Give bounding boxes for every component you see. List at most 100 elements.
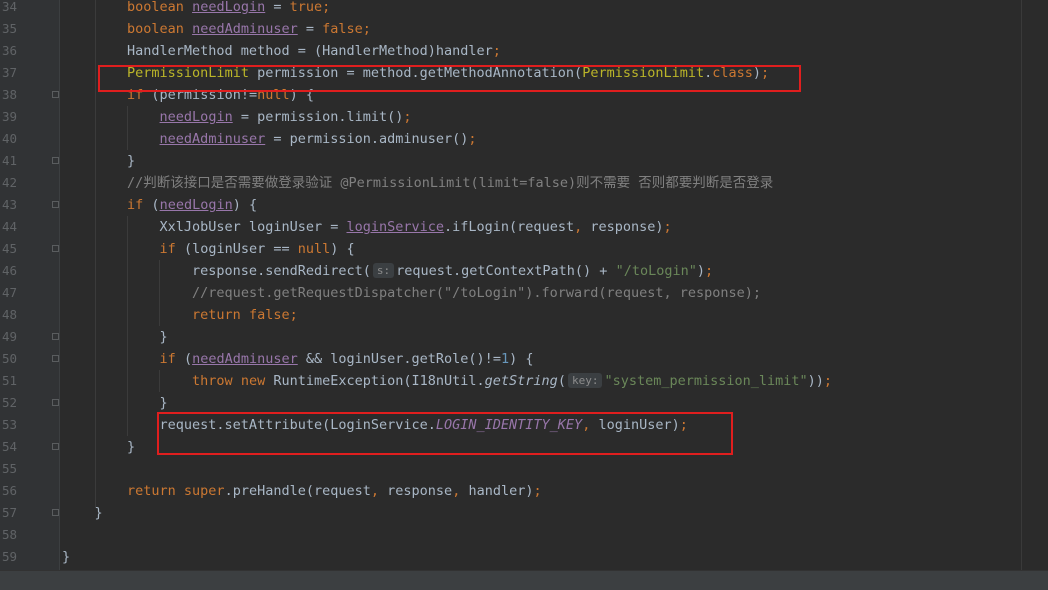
fold-marker-icon[interactable] xyxy=(52,355,59,362)
fold-marker-icon[interactable] xyxy=(52,91,59,98)
code-line-55[interactable]: 55 xyxy=(0,458,1048,480)
code-text: } xyxy=(62,546,70,568)
line-number: 40 xyxy=(1,131,17,146)
code-text: if (needAdminuser && loginUser.getRole()… xyxy=(62,348,534,370)
code-token: ) xyxy=(696,263,705,279)
code-line-52[interactable]: 52 } xyxy=(0,392,1048,414)
fold-marker-icon[interactable] xyxy=(52,509,59,516)
code-text: needLogin = permission.limit(); xyxy=(62,106,412,128)
code-token: ; xyxy=(403,109,412,125)
line-number: 43 xyxy=(1,197,17,212)
code-text: } xyxy=(62,436,135,458)
fold-marker-icon[interactable] xyxy=(52,333,59,340)
code-token: .ifLogin(request xyxy=(444,219,575,235)
line-number: 56 xyxy=(1,483,17,498)
code-line-43[interactable]: 43 if (needLogin) { xyxy=(0,194,1048,216)
code-token: ; xyxy=(823,373,833,389)
code-token: "/toLogin" xyxy=(615,263,697,279)
code-line-57[interactable]: 57 } xyxy=(0,502,1048,524)
line-number: 46 xyxy=(1,263,17,278)
code-token: , xyxy=(452,483,469,499)
code-token: = xyxy=(297,21,323,37)
code-line-36[interactable]: 36 HandlerMethod method = (HandlerMethod… xyxy=(0,40,1048,62)
code-line-47[interactable]: 47 //request.getRequestDispatcher("/toLo… xyxy=(0,282,1048,304)
code-token: if xyxy=(127,197,152,213)
code-line-41[interactable]: 41 } xyxy=(0,150,1048,172)
code-token: HandlerMethod method = (HandlerMethod)ha… xyxy=(62,43,493,59)
line-number: 59 xyxy=(1,549,17,564)
code-token: , xyxy=(574,219,591,235)
fold-marker-icon[interactable] xyxy=(52,399,59,406)
line-number: 55 xyxy=(1,461,17,476)
code-text: } xyxy=(62,392,168,414)
code-line-39[interactable]: 39 needLogin = permission.limit(); xyxy=(0,106,1048,128)
code-line-56[interactable]: 56 return super.preHandle(request, respo… xyxy=(0,480,1048,502)
code-line-51[interactable]: 51 throw new RuntimeException(I18nUtil.g… xyxy=(0,370,1048,392)
line-number: 58 xyxy=(1,527,17,542)
code-token: } xyxy=(62,153,136,169)
code-token: XxlJobUser loginUser = xyxy=(62,219,347,235)
code-token: = permission.adminuser() xyxy=(265,131,469,147)
parameter-hint: key: xyxy=(567,373,603,388)
code-line-34[interactable]: 34 boolean needLogin = true; xyxy=(0,0,1048,18)
line-number: 57 xyxy=(1,505,17,520)
code-token: ; xyxy=(663,219,672,235)
code-line-44[interactable]: 44 XxlJobUser loginUser = loginService.i… xyxy=(0,216,1048,238)
code-line-49[interactable]: 49 } xyxy=(0,326,1048,348)
code-line-48[interactable]: 48 return false; xyxy=(0,304,1048,326)
code-token: ; xyxy=(322,0,331,15)
code-editor[interactable]: 34 boolean needLogin = true; 35 boolean n… xyxy=(0,0,1048,570)
code-line-46[interactable]: 46 response.sendRedirect(s: request.getCo… xyxy=(0,260,1048,282)
code-token: "system_permission_limit" xyxy=(604,373,808,389)
code-token: response xyxy=(387,483,453,499)
code-text: boolean needAdminuser = false; xyxy=(62,18,371,40)
fold-marker-icon[interactable] xyxy=(52,443,59,450)
code-token: boolean xyxy=(127,21,193,37)
code-token: = permission.limit() xyxy=(232,109,404,125)
code-token: .preHandle(request xyxy=(224,483,371,499)
line-number: 51 xyxy=(1,373,17,388)
code-token: boolean xyxy=(127,0,193,15)
fold-marker-icon[interactable] xyxy=(52,201,59,208)
line-number: 50 xyxy=(1,351,17,366)
code-line-50[interactable]: 50 if (needAdminuser && loginUser.getRol… xyxy=(0,348,1048,370)
code-token: handler) xyxy=(468,483,534,499)
fold-marker-icon[interactable] xyxy=(52,157,59,164)
code-line-59[interactable]: 59} xyxy=(0,546,1048,568)
code-line-42[interactable]: 42 //判断该接口是否需要做登录验证 @PermissionLimit(lim… xyxy=(0,172,1048,194)
code-line-45[interactable]: 45 if (loginUser == null) { xyxy=(0,238,1048,260)
line-number: 41 xyxy=(1,153,17,168)
horizontal-scrollbar[interactable] xyxy=(0,570,1048,590)
code-token: && loginUser.getRole()!= xyxy=(297,351,501,367)
code-line-40[interactable]: 40 needAdminuser = permission.adminuser(… xyxy=(0,128,1048,150)
code-token: ( xyxy=(557,373,566,389)
line-number: 36 xyxy=(1,43,17,58)
line-number: 34 xyxy=(1,0,17,14)
line-number: 53 xyxy=(1,417,17,432)
line-number: 37 xyxy=(1,65,17,80)
line-number: 45 xyxy=(1,241,17,256)
code-token: null xyxy=(297,241,331,257)
code-line-58[interactable]: 58 xyxy=(0,524,1048,546)
code-line-35[interactable]: 35 boolean needAdminuser = false; xyxy=(0,18,1048,40)
line-number: 39 xyxy=(1,109,17,124)
highlight-box-line-53 xyxy=(157,412,733,455)
code-token: } xyxy=(62,505,103,521)
code-token: RuntimeException(I18nUtil. xyxy=(273,373,485,389)
code-token: return false; xyxy=(192,307,298,323)
code-token: if xyxy=(159,241,184,257)
code-token: 1 xyxy=(500,351,510,367)
code-token: } xyxy=(62,439,136,455)
parameter-hint: s: xyxy=(372,263,395,278)
fold-marker-icon[interactable] xyxy=(52,245,59,252)
code-token: needLogin xyxy=(159,109,233,125)
